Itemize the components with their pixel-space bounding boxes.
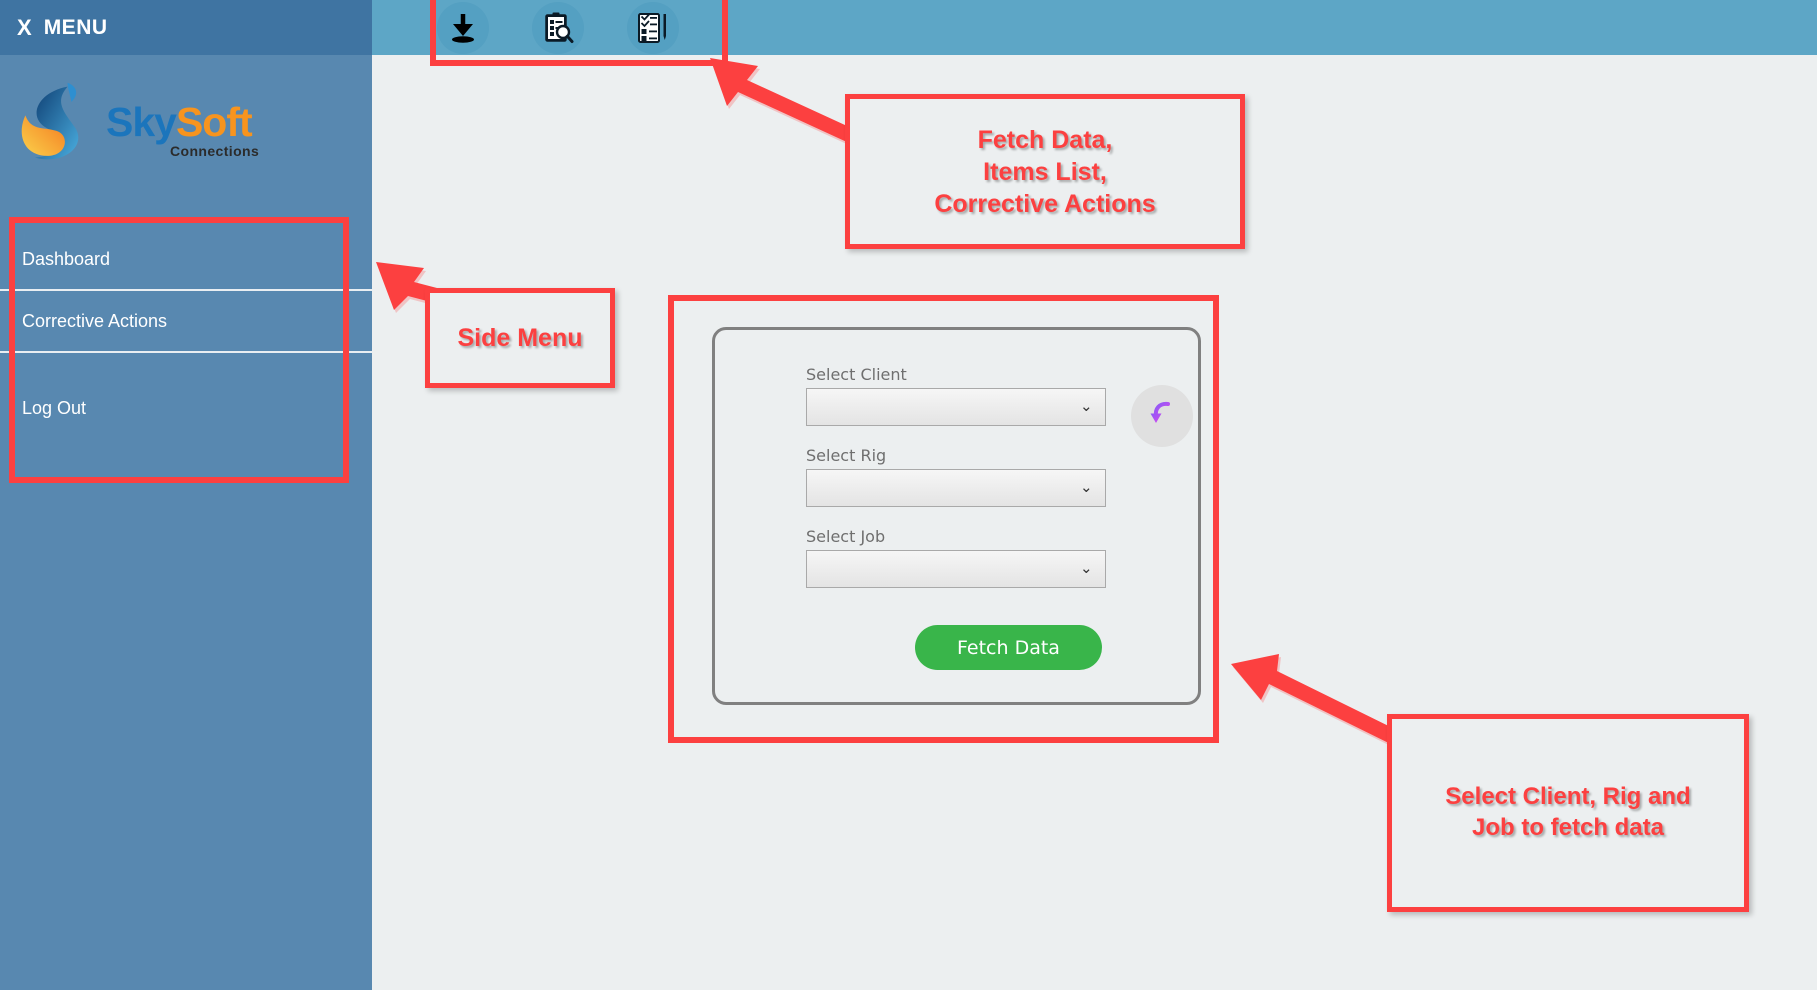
sidebar-item-corrective-actions[interactable]: Corrective Actions [0,291,372,353]
fetch-data-submit-button[interactable]: Fetch Data [915,625,1102,670]
select-client-dropdown[interactable] [806,388,1106,426]
logo-word-soft: Soft [175,99,253,145]
skysoft-logo: SkySoft Connections [10,77,270,177]
select-job-dropdown[interactable] [806,550,1106,588]
sidebar-menu-list: Dashboard Corrective Actions Log Out [0,229,372,439]
close-menu-icon[interactable]: X [17,15,32,41]
side-menu-callout-text: Side Menu [457,322,582,354]
side-menu: SkySoft Connections Dashboard Corrective… [0,55,372,990]
skysoft-logo-mark [21,82,79,160]
callout-line: Corrective Actions [934,189,1156,218]
side-menu-callout-box: Side Menu [425,288,615,388]
logo-word-sky: Sky [106,99,177,145]
menu-toggle-label[interactable]: MENU [44,16,108,40]
sidebar-item-label: Log Out [22,397,87,418]
refresh-down-arrow-icon [1147,399,1177,434]
sidebar-header: X MENU [0,0,372,55]
toolbar-callout-text: Fetch Data, Items List, Corrective Actio… [934,124,1155,220]
logo-tagline: Connections [170,143,260,159]
refresh-clients-button[interactable] [1131,385,1193,447]
toolbar-callout-box: Fetch Data, Items List, Corrective Actio… [845,94,1245,249]
skysoft-logo-text: SkySoft [106,99,253,146]
callout-line: Fetch Data, [977,125,1113,154]
callout-line: Select Client, Rig and [1445,783,1691,811]
callout-line: Items List, [983,157,1107,186]
sidebar-item-dashboard[interactable]: Dashboard [0,229,372,291]
corrective-actions-button[interactable] [627,1,679,54]
select-client-label: Select Client [806,365,907,384]
sidebar-item-label: Corrective Actions [22,310,168,331]
select-rig-label: Select Rig [806,446,887,465]
select-job-label: Select Job [806,527,886,546]
form-callout-text: Select Client, Rig and Job to fetch data [1445,782,1690,843]
items-list-button[interactable] [532,1,584,54]
form-callout-box: Select Client, Rig and Job to fetch data [1387,714,1749,912]
fetch-data-icon [446,11,480,45]
callout-line: Job to fetch data [1471,814,1664,841]
sidebar-item-log-out[interactable]: Log Out [0,377,372,439]
fetch-data-button[interactable] [437,1,489,54]
sidebar-item-label: Dashboard [22,248,111,269]
top-toolbar [437,0,679,55]
items-list-icon [541,11,575,45]
corrective-actions-icon [636,11,670,45]
callout-line: Side Menu [457,324,583,352]
select-rig-dropdown[interactable] [806,469,1106,507]
